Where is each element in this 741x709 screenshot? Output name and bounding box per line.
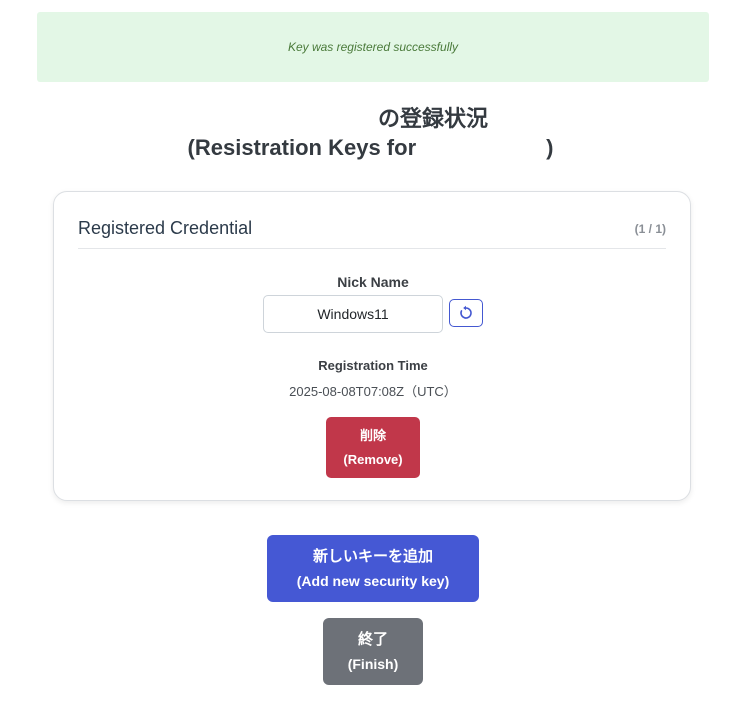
- page-title: の登録状況 (Resistration Keys for): [0, 104, 741, 162]
- credential-card: Registered Credential (1 / 1) Nick Name …: [53, 191, 691, 501]
- alert-message: Key was registered successfully: [287, 40, 459, 54]
- title-prefix: (Resistration Keys for: [187, 135, 417, 160]
- card-title: Registered Credential: [78, 218, 253, 238]
- add-label-en: (Add new security key): [296, 572, 450, 589]
- remove-label-en: (Remove): [343, 451, 403, 467]
- remove-button[interactable]: 削除 (Remove): [326, 417, 420, 478]
- card-header: Registered Credential (1 / 1): [78, 210, 666, 249]
- reset-nickname-button[interactable]: [449, 299, 483, 327]
- nickname-label: Nick Name: [337, 274, 409, 290]
- nickname-input[interactable]: [263, 295, 443, 333]
- add-label-ja: 新しいキーを追加: [312, 547, 433, 565]
- registration-time-value: 2025-08-08T07:08Z（UTC）: [289, 384, 457, 399]
- finish-label-ja: 終了: [357, 630, 388, 648]
- title-line1: の登録状況: [377, 106, 488, 131]
- remove-label-ja: 削除: [359, 427, 386, 443]
- title-suffix: ): [546, 135, 554, 160]
- registration-time-label: Registration Time: [318, 358, 428, 373]
- reset-icon: [460, 305, 472, 319]
- finish-button[interactable]: 終了 (Finish): [323, 618, 423, 685]
- credential-count: (1 / 1): [634, 222, 666, 236]
- finish-label-en: (Finish): [347, 655, 399, 672]
- title-line2: (Resistration Keys for): [0, 133, 741, 162]
- add-security-key-button[interactable]: 新しいキーを追加 (Add new security key): [267, 535, 479, 602]
- success-alert: Key was registered successfully: [37, 12, 709, 82]
